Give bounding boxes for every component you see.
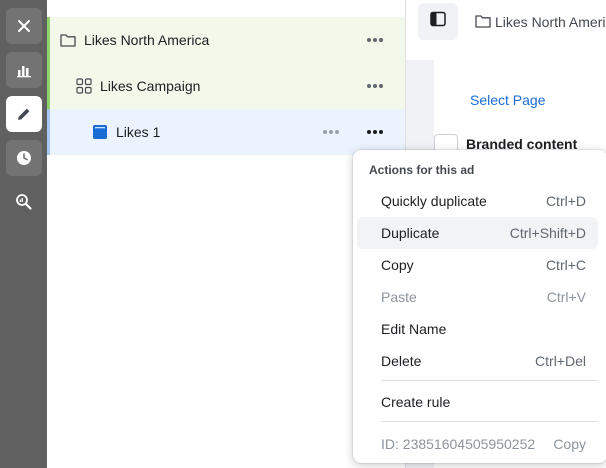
tree-row-label: Likes Campaign <box>100 78 201 94</box>
context-menu: Actions for this ad Quickly duplicate Ct… <box>353 150 606 463</box>
sidebar-toggle-icon <box>430 11 446 32</box>
grid-icon <box>76 78 92 94</box>
menu-item-delete[interactable]: Delete Ctrl+Del <box>357 345 598 377</box>
breadcrumb[interactable]: Likes North America <box>495 14 606 30</box>
more-options-button[interactable] <box>320 121 342 143</box>
menu-item-shortcut: Ctrl+Shift+D <box>509 225 586 241</box>
clock-icon <box>16 150 32 166</box>
row-accent-bar <box>47 109 50 155</box>
menu-item-label: Quickly duplicate <box>381 193 487 209</box>
tree-row-campaign[interactable]: Likes Campaign <box>47 63 405 109</box>
menu-divider <box>381 421 598 422</box>
folder-icon <box>475 14 491 33</box>
toggle-panel-button[interactable] <box>418 3 458 40</box>
magnify-chart-icon <box>15 193 33 211</box>
tree-row-ad[interactable]: Likes 1 <box>47 109 405 155</box>
pencil-icon <box>16 106 32 122</box>
menu-item-label: Delete <box>381 353 422 369</box>
menu-item-shortcut: Ctrl+V <box>546 289 586 305</box>
menu-item-shortcut: Ctrl+Del <box>535 353 586 369</box>
history-button[interactable] <box>6 140 42 176</box>
menu-item-quickly-duplicate[interactable]: Quickly duplicate Ctrl+D <box>357 185 598 217</box>
tree-row-label: Likes 1 <box>116 124 161 140</box>
menu-item-paste[interactable]: Paste Ctrl+V <box>357 281 598 313</box>
tree-row-label: Likes North America <box>84 32 210 48</box>
menu-item-shortcut: Ctrl+C <box>545 257 586 273</box>
review-button[interactable] <box>6 184 42 220</box>
more-options-button[interactable] <box>364 29 386 51</box>
menu-divider <box>381 380 598 381</box>
ad-id-text: ID: 23851604505950252 <box>381 436 536 452</box>
copy-id-button[interactable]: Copy <box>553 436 586 452</box>
menu-item-label: Create rule <box>381 394 451 410</box>
menu-item-label: Duplicate <box>381 225 440 241</box>
ad-square-icon <box>92 124 108 140</box>
row-accent-bar <box>47 63 50 109</box>
folder-icon <box>60 32 76 48</box>
select-page-link[interactable]: Select Page <box>470 92 546 108</box>
bar-chart-icon <box>16 62 32 78</box>
menu-item-label: Paste <box>381 289 417 305</box>
tree-panel: Likes North America Likes Campaign Likes… <box>47 0 405 468</box>
menu-heading: Actions for this ad <box>369 163 475 177</box>
menu-item-create-rule[interactable]: Create rule <box>357 386 598 418</box>
menu-item-edit-name[interactable]: Edit Name <box>357 313 598 345</box>
tree-row-campaign-group[interactable]: Likes North America <box>47 17 405 63</box>
left-rail <box>0 0 47 468</box>
menu-item-label: Copy <box>381 257 414 273</box>
close-button[interactable] <box>6 8 42 44</box>
menu-item-label: Edit Name <box>381 321 447 337</box>
menu-item-shortcut: Ctrl+D <box>545 193 586 209</box>
charts-button[interactable] <box>6 52 42 88</box>
menu-item-copy[interactable]: Copy Ctrl+C <box>357 249 598 281</box>
more-options-button[interactable] <box>364 75 386 97</box>
row-accent-bar <box>47 17 50 63</box>
menu-item-duplicate[interactable]: Duplicate Ctrl+Shift+D <box>357 217 598 249</box>
actions-menu-button[interactable] <box>364 121 386 143</box>
edit-button[interactable] <box>6 96 42 132</box>
close-icon <box>16 18 32 34</box>
